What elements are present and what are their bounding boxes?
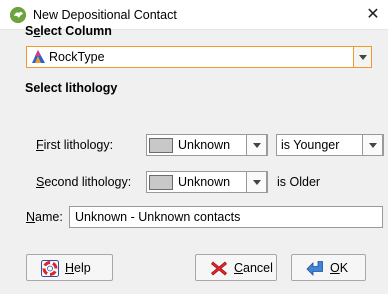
chevron-down-icon: [368, 143, 377, 148]
cancel-button-label: Cancel: [234, 261, 273, 275]
name-field-value: Unknown - Unknown contacts: [75, 210, 241, 224]
close-icon[interactable]: ✕: [358, 0, 388, 30]
first-lithology-label-rest: irst lithology:: [43, 138, 114, 152]
second-lithology-dropdown-button[interactable]: [246, 171, 267, 193]
select-lithology-heading: Select lithology: [25, 81, 118, 95]
relation-select[interactable]: is Younger: [276, 134, 384, 156]
ok-button[interactable]: OK: [291, 254, 366, 281]
name-label-rest: ame:: [35, 210, 63, 224]
rocktype-column-icon: [32, 50, 45, 63]
relation-select-value: is Younger: [281, 138, 340, 152]
chevron-down-icon: [252, 143, 261, 148]
ok-accel: O: [330, 261, 340, 275]
relation-dropdown-button[interactable]: [362, 134, 383, 156]
second-lithology-swatch: [149, 175, 173, 190]
help-accel: H: [65, 261, 75, 275]
select-column-heading-rest: lect Column: [40, 24, 112, 38]
is-older-label: is Older: [277, 175, 321, 189]
cancel-x-icon: [211, 261, 227, 276]
ok-rest: K: [339, 261, 349, 275]
first-lithology-select[interactable]: Unknown: [146, 134, 268, 156]
column-select[interactable]: RockType: [26, 46, 353, 68]
name-field[interactable]: Unknown - Unknown contacts: [69, 206, 383, 228]
name-label-accel: N: [26, 210, 36, 224]
window-title: New Depositional Contact: [33, 8, 177, 22]
first-lithology-label-accel: F: [36, 138, 44, 152]
help-rest: elp: [74, 261, 91, 275]
first-lithology-label: First lithology:: [36, 138, 113, 152]
chevron-down-icon: [252, 180, 261, 185]
ok-button-label: OK: [330, 261, 348, 275]
app-icon: [10, 7, 26, 23]
cancel-rest: ancel: [243, 261, 273, 275]
column-select-dropdown-button[interactable]: [353, 46, 372, 68]
cancel-accel: C: [234, 261, 244, 275]
column-select-value: RockType: [49, 50, 105, 64]
first-lithology-value: Unknown: [178, 138, 231, 152]
second-lithology-label: Second lithology:: [36, 175, 131, 189]
second-lithology-select[interactable]: Unknown: [146, 171, 268, 193]
enter-arrow-icon: [306, 261, 323, 276]
lifebuoy-icon: [41, 260, 59, 277]
help-button[interactable]: Help: [26, 254, 113, 281]
second-lithology-label-rest: econd lithology:: [44, 175, 132, 189]
name-label: Name:: [26, 210, 63, 224]
chevron-down-icon: [358, 55, 367, 60]
cancel-button[interactable]: Cancel: [195, 254, 277, 281]
first-lithology-dropdown-button[interactable]: [246, 134, 267, 156]
select-column-heading: Select Column: [25, 24, 112, 38]
second-lithology-value: Unknown: [178, 175, 231, 189]
help-button-label: Help: [65, 261, 91, 275]
first-lithology-swatch: [149, 138, 173, 153]
